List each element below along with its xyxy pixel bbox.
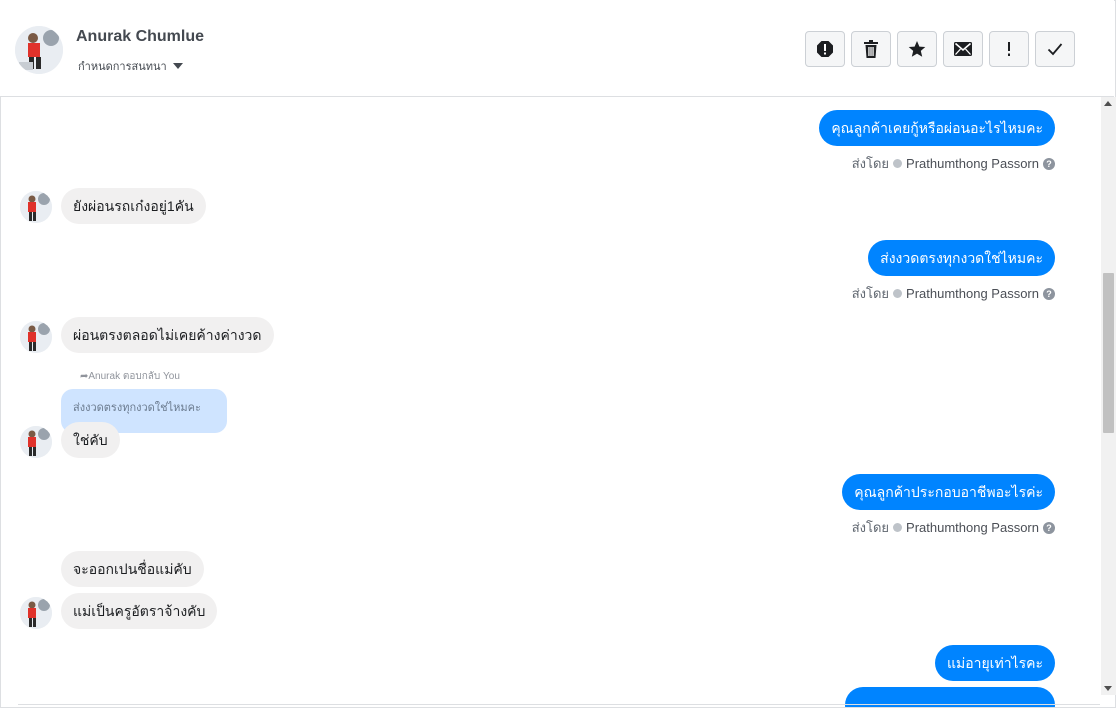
- contact-name[interactable]: Anurak Chumlue: [76, 28, 204, 46]
- mark-unread-button[interactable]: [943, 31, 983, 67]
- verified-check-icon: [893, 159, 903, 168]
- caret-down-icon: [172, 63, 183, 69]
- incoming-message[interactable]: จะออกเปนชื่อแม่คับ: [61, 551, 204, 587]
- reply-meta-text: Anurak ตอบกลับ You: [88, 371, 180, 382]
- outgoing-message[interactable]: แม่อายุเท่าไรคะ: [934, 645, 1055, 681]
- star-icon: [908, 41, 926, 57]
- avatar[interactable]: [20, 597, 52, 629]
- conversation-header: Anurak Chumlue กำหนดการสนทนา: [0, 0, 1114, 97]
- incoming-message[interactable]: ยังผ่อนรถเก๋งอยู่1คัน: [61, 188, 206, 224]
- scroll-up-icon[interactable]: [1104, 101, 1112, 106]
- incoming-message[interactable]: แม่เป็นครูอัตราจ้างคับ: [61, 593, 218, 629]
- trash-icon: [864, 40, 878, 58]
- check-icon: [1047, 43, 1063, 56]
- sent-by-label: ส่งโดย Prathumthong Passorn ?: [852, 153, 1055, 174]
- contact-avatar[interactable]: [15, 26, 63, 74]
- message-thread[interactable]: คุณลูกค้าเคยกู้หรือผ่อนอะไรไหมคะ ส่งโดย …: [0, 97, 1100, 707]
- composer-divider: [18, 704, 1100, 705]
- sent-by-label: ส่งโดย Prathumthong Passorn ?: [852, 517, 1055, 538]
- agent-name[interactable]: Prathumthong Passorn: [906, 286, 1039, 301]
- agent-name[interactable]: Prathumthong Passorn: [906, 520, 1039, 535]
- assign-label: กำหนดการสนทนา: [78, 60, 167, 73]
- outgoing-message[interactable]: ส่งงวดตรงทุกงวดใช่ไหมคะ: [868, 240, 1055, 276]
- envelope-icon: [954, 42, 972, 56]
- report-button[interactable]: [805, 31, 845, 67]
- sent-by-prefix: ส่งโดย: [851, 520, 890, 535]
- star-button[interactable]: [897, 31, 937, 67]
- sent-by-prefix: ส่งโดย: [851, 156, 890, 171]
- verified-check-icon: [893, 289, 903, 298]
- verified-check-icon: [893, 523, 903, 532]
- agent-name[interactable]: Prathumthong Passorn: [906, 156, 1039, 171]
- sent-by-prefix: ส่งโดย: [851, 286, 890, 301]
- assign-conversation-dropdown[interactable]: กำหนดการสนทนา: [78, 57, 183, 75]
- delete-button[interactable]: [851, 31, 891, 67]
- incoming-message[interactable]: ใช่คับ: [61, 422, 120, 458]
- header-actions: [805, 31, 1075, 67]
- follow-up-button[interactable]: [989, 31, 1029, 67]
- avatar[interactable]: [20, 191, 52, 223]
- thread-scrollbar[interactable]: [1101, 97, 1116, 695]
- avatar[interactable]: [20, 426, 52, 458]
- mark-done-button[interactable]: [1035, 31, 1075, 67]
- reply-meta: ➦Anurak ตอบกลับ You: [80, 369, 180, 384]
- help-icon[interactable]: ?: [1043, 521, 1055, 534]
- avatar[interactable]: [20, 321, 52, 353]
- outgoing-message[interactable]: คุณลูกค้าประกอบอาชีพอะไรค่ะ: [842, 474, 1055, 510]
- help-icon[interactable]: ?: [1043, 287, 1055, 300]
- exclamation-icon: [1008, 42, 1010, 56]
- outgoing-message[interactable]: คุณลูกค้าเคยกู้หรือผ่อนอะไรไหมคะ: [819, 110, 1055, 146]
- report-icon: [817, 41, 833, 57]
- scroll-thumb[interactable]: [1103, 273, 1114, 433]
- sent-by-label: ส่งโดย Prathumthong Passorn ?: [852, 283, 1055, 304]
- help-icon[interactable]: ?: [1043, 157, 1055, 170]
- scroll-down-icon[interactable]: [1104, 686, 1112, 691]
- incoming-message[interactable]: ผ่อนตรงตลอดไม่เคยค้างค่างวด: [61, 317, 274, 353]
